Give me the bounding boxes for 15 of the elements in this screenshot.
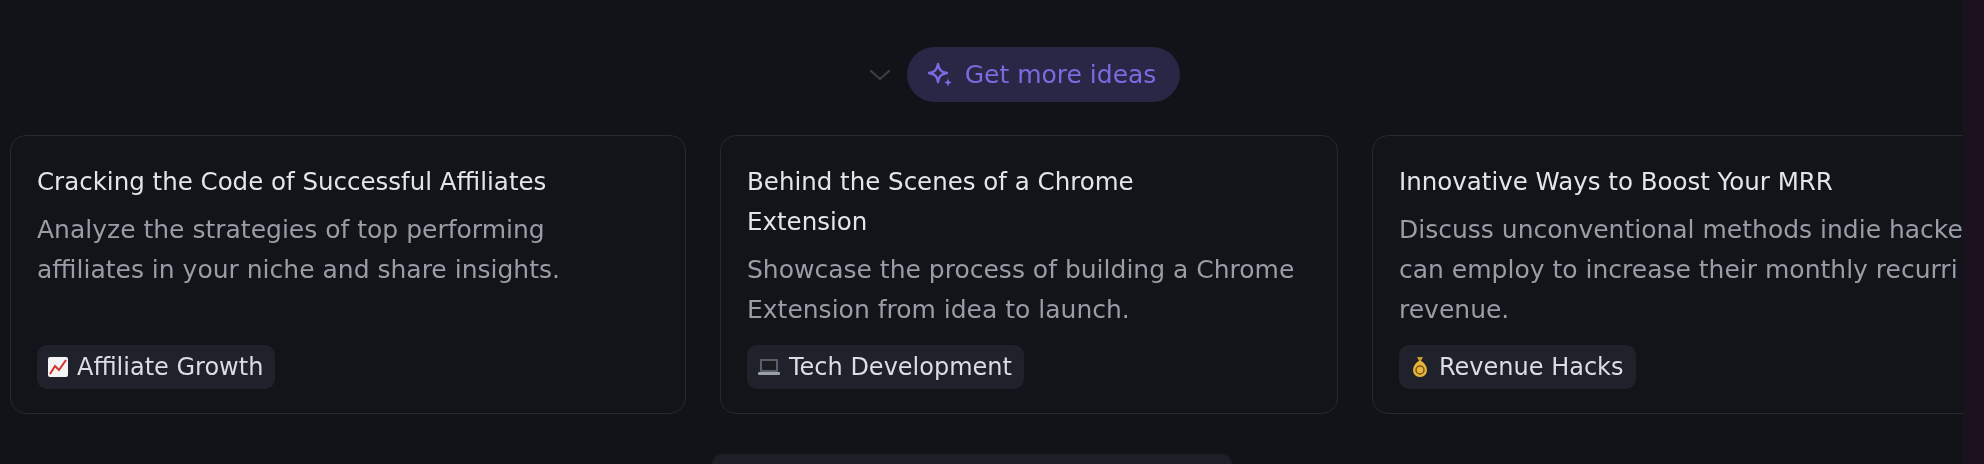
category-tag: Tech Development <box>747 345 1024 389</box>
card-title: Innovative Ways to Boost Your MRR <box>1399 166 1834 198</box>
category-tag: Revenue Hacks <box>1399 345 1636 389</box>
card-title: Cracking the Code of Successful Affiliates <box>37 166 548 198</box>
category-tag: Affiliate Growth <box>37 345 276 389</box>
laptop-icon <box>757 356 781 378</box>
idea-card[interactable]: Innovative Ways to Boost Your MRR Discuss unconventional methods indie hacke can employ to increase their monthly recurri revenue. Revenue Hacks <box>1372 135 1963 414</box>
card-description: Discuss unconventional methods indie hacke can employ to increase their monthly recurri revenue. <box>1399 214 1963 326</box>
card-title: Behind the Scenes of a Chrome Extension <box>747 166 1135 238</box>
idea-card[interactable]: Behind the Scenes of a Chrome Extension Showcase the process of building a Chrome Extension from idea to launch. Tech Development <box>720 135 1338 414</box>
card-description: Analyze the strategies of top performing affiliates in your niche and share insights. <box>37 214 561 286</box>
card-description: Showcase the process of building a Chrome Extension from idea to launch. <box>747 254 1296 326</box>
chart-icon <box>47 356 69 378</box>
idea-card[interactable]: Cracking the Code of Successful Affiliates Analyze the strategies of top performing affiliates in your niche and share insights. Affiliate Growth <box>10 135 686 414</box>
chevron-down-icon[interactable] <box>868 68 891 81</box>
